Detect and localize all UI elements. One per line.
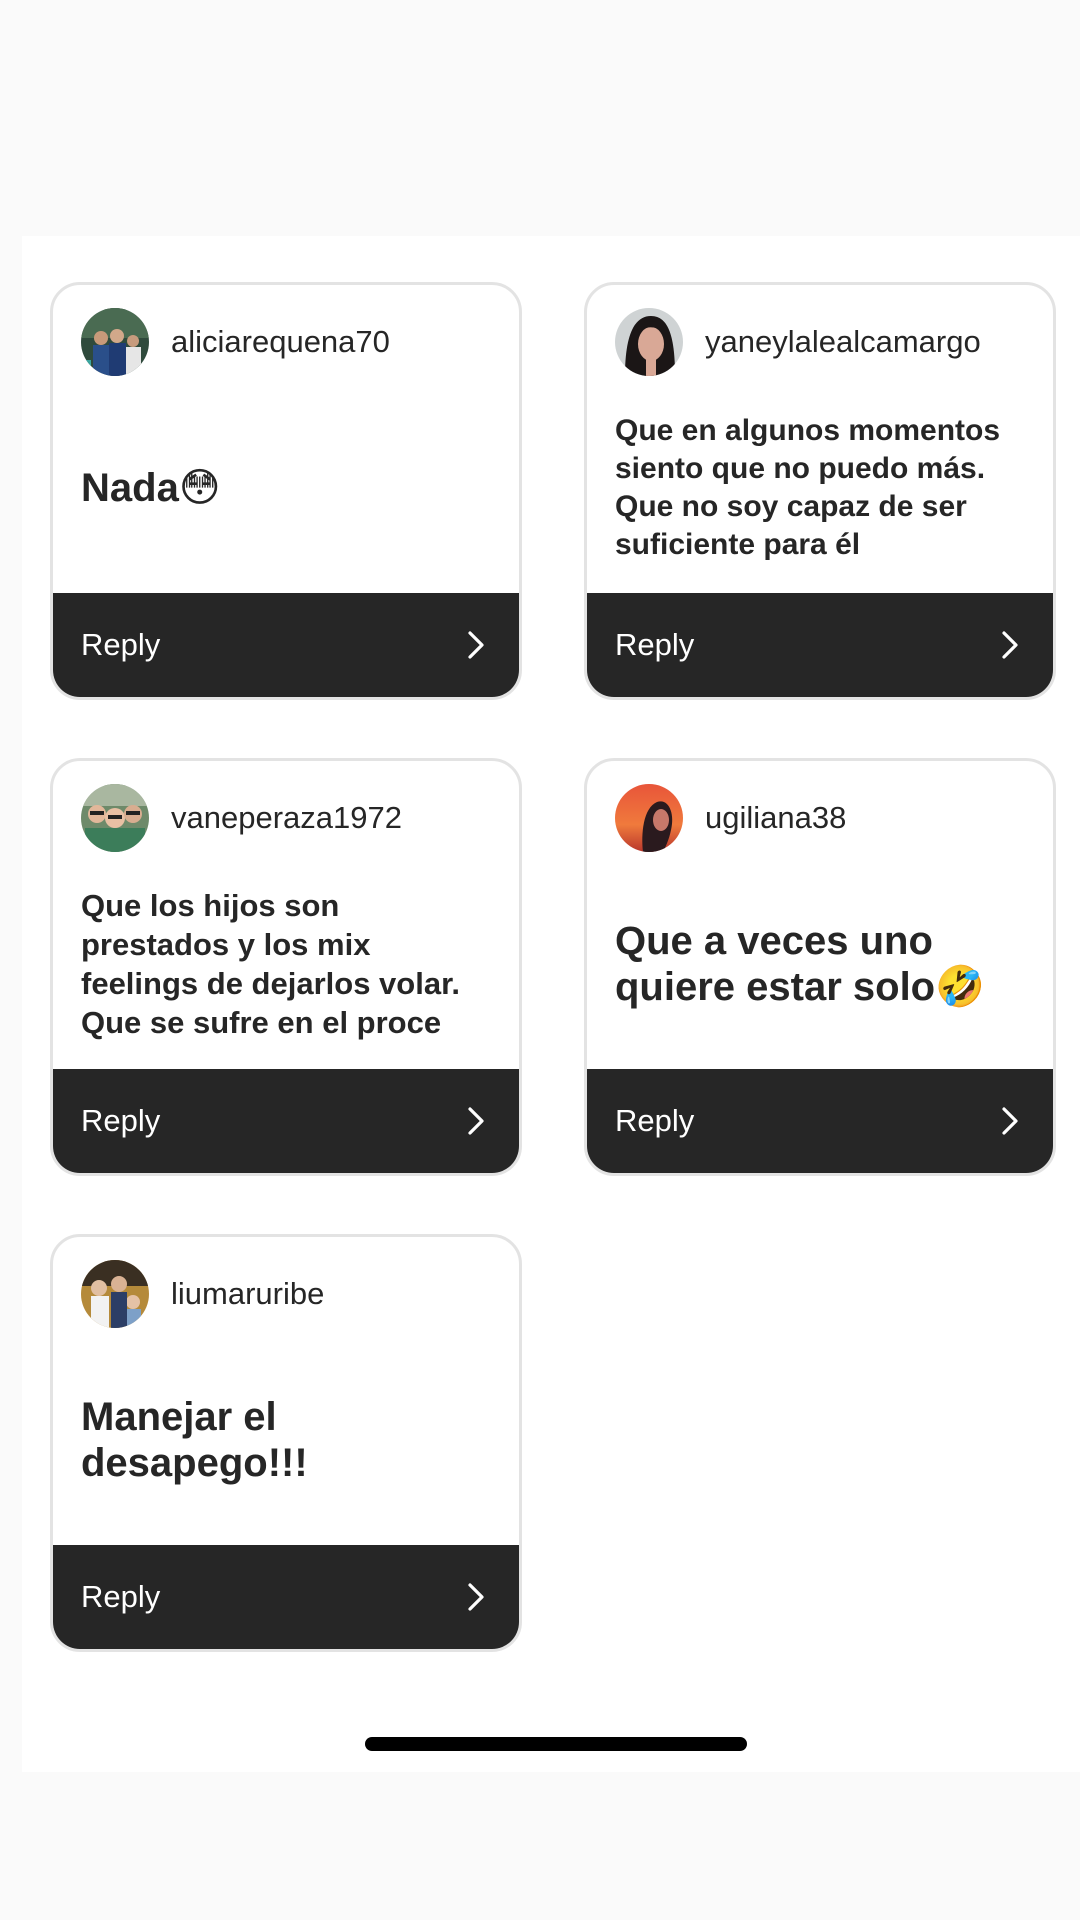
chevron-right-icon bbox=[461, 1582, 491, 1612]
chevron-right-icon bbox=[461, 630, 491, 660]
card-body: Nada😳 bbox=[81, 377, 495, 599]
avatar[interactable] bbox=[81, 1260, 149, 1328]
username[interactable]: aliciarequena70 bbox=[171, 324, 390, 360]
username[interactable]: vaneperaza1972 bbox=[171, 800, 402, 836]
response-text: Que a veces uno quiere estar solo🤣 bbox=[615, 919, 985, 1009]
response-card: ugiliana38 Que a veces uno quiere estar … bbox=[584, 758, 1056, 1176]
profile-photo-selfie-icon bbox=[81, 784, 149, 852]
card-header: yaneylalealcamargo bbox=[615, 307, 981, 377]
avatar[interactable] bbox=[81, 784, 149, 852]
reply-label: Reply bbox=[81, 1103, 161, 1138]
reply-label: Reply bbox=[615, 1103, 695, 1138]
username[interactable]: yaneylalealcamargo bbox=[705, 324, 981, 360]
response-text: Manejar el desapego!!! bbox=[81, 1395, 308, 1485]
avatar[interactable] bbox=[615, 784, 683, 852]
avatar[interactable] bbox=[81, 308, 149, 376]
reply-label: Reply bbox=[81, 1579, 161, 1614]
response-card: aliciarequena70 Nada😳 Reply bbox=[50, 282, 522, 700]
chevron-right-icon bbox=[995, 630, 1025, 660]
reply-button[interactable]: Reply bbox=[587, 593, 1053, 697]
card-body: Que los hijos son prestados y los mix fe… bbox=[81, 853, 495, 1075]
responses-sheet: aliciarequena70 Nada😳 Reply yaneylalealc… bbox=[22, 236, 1080, 1772]
card-body: Manejar el desapego!!! bbox=[81, 1329, 495, 1551]
profile-photo-sunset-icon bbox=[615, 784, 683, 852]
reply-button[interactable]: Reply bbox=[53, 593, 519, 697]
home-indicator[interactable] bbox=[365, 1737, 747, 1751]
reply-button[interactable]: Reply bbox=[53, 1069, 519, 1173]
reply-label: Reply bbox=[81, 627, 161, 662]
card-header: vaneperaza1972 bbox=[81, 783, 402, 853]
chevron-right-icon bbox=[461, 1106, 491, 1136]
profile-photo-family-icon bbox=[81, 1260, 149, 1328]
card-body: Que a veces uno quiere estar solo🤣 bbox=[615, 853, 1029, 1075]
profile-photo-woman-icon bbox=[615, 308, 683, 376]
card-body: Que en algunos momentos siento que no pu… bbox=[615, 377, 1029, 599]
chevron-right-icon bbox=[995, 1106, 1025, 1136]
card-header: aliciarequena70 bbox=[81, 307, 390, 377]
profile-photo-group-icon bbox=[81, 308, 149, 376]
response-text: Que los hijos son prestados y los mix fe… bbox=[81, 888, 461, 1040]
reply-label: Reply bbox=[615, 627, 695, 662]
card-header: ugiliana38 bbox=[615, 783, 846, 853]
reply-button[interactable]: Reply bbox=[53, 1545, 519, 1649]
response-text: Nada😳 bbox=[81, 466, 221, 510]
username[interactable]: liumaruribe bbox=[171, 1276, 324, 1312]
username[interactable]: ugiliana38 bbox=[705, 800, 846, 836]
card-header: liumaruribe bbox=[81, 1259, 324, 1329]
response-card: vaneperaza1972 Que los hijos son prestad… bbox=[50, 758, 522, 1176]
response-card: yaneylalealcamargo Que en algunos moment… bbox=[584, 282, 1056, 700]
response-card: liumaruribe Manejar el desapego!!! Reply bbox=[50, 1234, 522, 1652]
response-text: Que en algunos momentos siento que no pu… bbox=[615, 414, 1001, 561]
avatar[interactable] bbox=[615, 308, 683, 376]
reply-button[interactable]: Reply bbox=[587, 1069, 1053, 1173]
